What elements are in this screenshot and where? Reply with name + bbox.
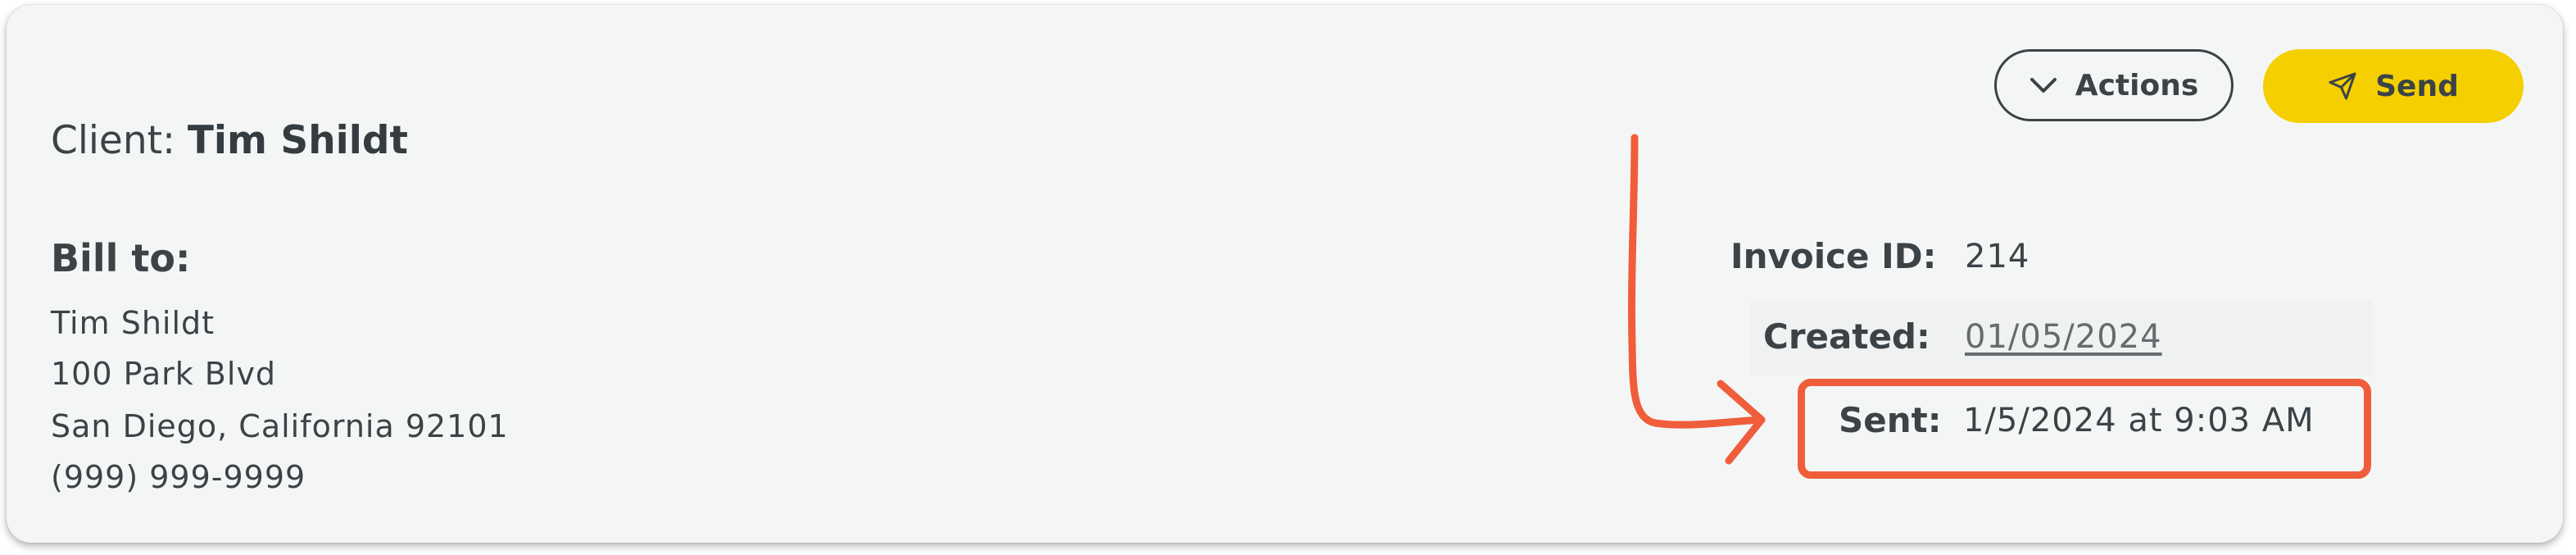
actions-label: Actions: [2075, 68, 2199, 102]
sent-label: Sent:: [1839, 400, 1942, 440]
created-date-link[interactable]: 01/05/2024: [1965, 318, 2162, 356]
actions-button[interactable]: Actions: [1994, 49, 2234, 121]
paper-plane-icon: [2329, 72, 2356, 100]
invoice-id-label: Invoice ID:: [1730, 236, 1937, 276]
bill-to-city: San Diego, California 92101: [51, 408, 509, 444]
send-button[interactable]: Send: [2263, 49, 2524, 123]
created-label: Created:: [1763, 316, 1930, 357]
invoice-card: Client: Tim Shildt Bill to: Tim Shildt 1…: [7, 5, 2563, 543]
send-label: Send: [2375, 69, 2459, 103]
bill-to-title: Bill to:: [51, 236, 191, 280]
client-label: Client:: [51, 118, 175, 163]
bill-to-street: 100 Park Blvd: [51, 356, 277, 392]
client-name: Tim Shildt: [187, 118, 409, 163]
chevron-down-icon: [2030, 78, 2057, 93]
sent-value: 1/5/2024 at 9:03 AM: [1963, 402, 2315, 439]
client-heading: Client: Tim Shildt: [51, 118, 408, 163]
invoice-id-value: 214: [1965, 238, 2030, 275]
bill-to-phone: (999) 999-9999: [51, 459, 306, 495]
bill-to-name: Tim Shildt: [51, 305, 215, 341]
